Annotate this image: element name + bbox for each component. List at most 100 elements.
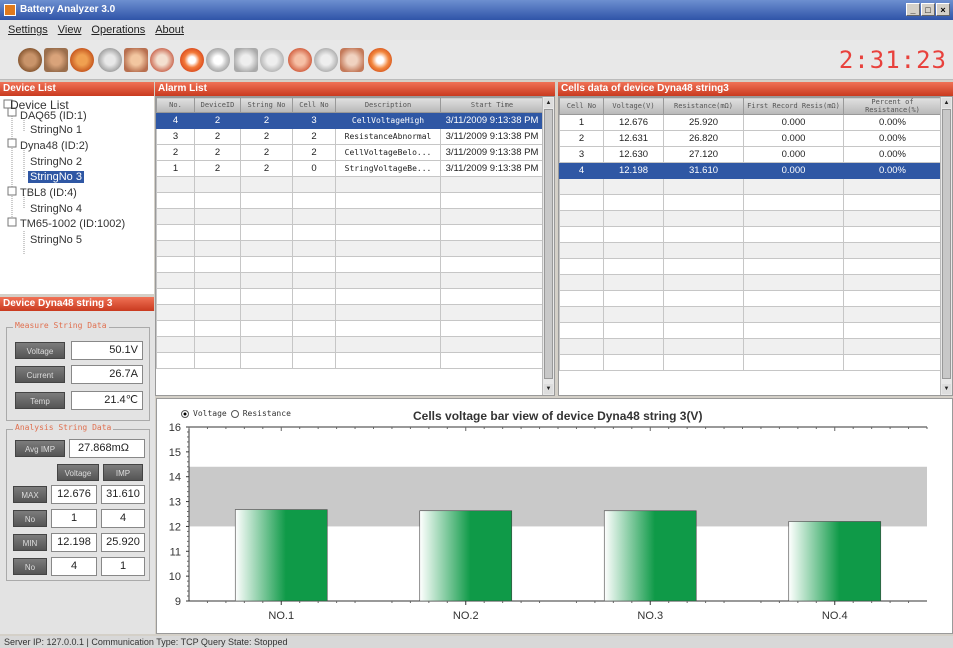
title-bar: Battery Analyzer 3.0 _ □ × (0, 0, 953, 20)
tree-item-stringno-4[interactable]: StringNo 4 (30, 203, 82, 215)
bar-no1 (234, 509, 328, 602)
tree-item-stringno-5[interactable]: StringNo 5 (30, 234, 82, 246)
menu-bar: Settings View Operations About (0, 20, 953, 40)
settings-gear-icon[interactable] (18, 48, 42, 72)
tree-item-stringno-2[interactable]: StringNo 2 (30, 156, 82, 168)
scroll-down-arrow-icon[interactable]: ▼ (544, 384, 553, 394)
cells-row[interactable]: 4 12.198 31.610 0.000 0.00% (559, 162, 942, 179)
max-imp-value: 31.610 (101, 485, 145, 504)
alarm-row[interactable]: 3 2 2 2 ResistanceAbnormal 3/11/2009 9:13:38 … (156, 128, 544, 145)
alarm-table: No. DeviceID String No Cell No Descripti… (156, 97, 544, 369)
min-imp-value: 25.920 (101, 533, 145, 552)
measure-legend: Measure String Data (13, 321, 109, 330)
window-title: Battery Analyzer 3.0 (20, 4, 116, 15)
resistance-radio[interactable] (230, 409, 239, 418)
y-tick-label: 9 (175, 596, 181, 608)
max-imp-no: 4 (101, 509, 145, 528)
resistance-radio-label[interactable]: Resistance (243, 409, 291, 418)
cells-scroll-thumb[interactable] (942, 109, 951, 379)
min-voltage-no: 4 (51, 557, 97, 576)
scroll-up-arrow-icon[interactable]: ▲ (942, 98, 951, 108)
toolbar: 2:31:23 (0, 40, 953, 80)
cells-table-panel: Cell No Voltage(V) Resistance(mΩ) First … (558, 96, 953, 396)
lock-icon[interactable] (340, 48, 364, 72)
tree-item-stringno-3[interactable]: StringNo 3 (28, 171, 84, 183)
minimize-button[interactable]: _ (906, 3, 920, 16)
current-value: 26.7A (71, 365, 143, 384)
chart-panel: Voltage Resistance Cells voltage bar vie… (156, 398, 953, 634)
tree-item-stringno-1[interactable]: StringNo 1 (30, 124, 82, 136)
voltage-radio[interactable] (181, 409, 189, 418)
cells-row[interactable]: 3 12.630 27.120 0.000 0.00% (559, 146, 942, 163)
clock-display: 2:31:23 (838, 46, 947, 74)
temp-value: 21.4℃ (71, 391, 143, 410)
cells-col-percent[interactable]: Percent of Resistance(%) (843, 97, 942, 115)
bar-no2 (419, 510, 513, 602)
alarm-row[interactable]: 2 2 2 2 CellVoltageBelo... 3/11/2009 9:13:38 … (156, 144, 544, 161)
tree-item-tm65-1002[interactable]: TM65-1002 (ID:1002) (20, 218, 125, 230)
max-voltage-no: 1 (51, 509, 97, 528)
scroll-up-arrow-icon[interactable]: ▲ (544, 98, 553, 108)
alarm-row[interactable]: 4 2 2 3 CellVoltageHigh 3/11/2009 9:13:38 PM (156, 112, 544, 129)
max-no-label: No (13, 510, 47, 527)
cells-data-header: Cells data of device Dyna48 string3 (558, 82, 953, 96)
disk-icon[interactable] (98, 48, 122, 72)
stop-icon[interactable] (206, 48, 230, 72)
alarm-col-start-time[interactable]: Start Time (440, 97, 544, 113)
connect-gear-icon[interactable] (70, 48, 94, 72)
voltage-bar-chart: 9 10 11 12 13 14 15 16 NO.1 NO.2 NO.3 NO.4 (169, 423, 928, 622)
sync-icon[interactable] (288, 48, 312, 72)
cells-col-resistance[interactable]: Resistance(mΩ) (663, 97, 744, 115)
alarm-scrollbar[interactable]: ▲ ▼ (542, 97, 554, 395)
y-tick-label: 16 (169, 423, 181, 434)
cells-col-cell-no[interactable]: Cell No (559, 97, 604, 115)
menu-operations[interactable]: Operations (91, 24, 145, 36)
cells-col-first-record[interactable]: First Record Resis(mΩ) (743, 97, 844, 115)
alarm-col-no[interactable]: No. (156, 97, 195, 113)
imp-col-label: IMP (103, 464, 143, 481)
cells-col-voltage[interactable]: Voltage(V) (603, 97, 664, 115)
device-list-header: Device List (0, 82, 154, 96)
temp-label: Temp (15, 392, 65, 409)
alarm-col-description[interactable]: Description (335, 97, 441, 113)
status-bar: Server IP: 127.0.0.1 | Communication Typ… (0, 636, 953, 648)
alarm-col-deviceid[interactable]: DeviceID (194, 97, 241, 113)
voltage-label: Voltage (15, 342, 65, 359)
cells-row[interactable]: 1 12.676 25.920 0.000 0.00% (559, 114, 942, 131)
alarm-scroll-thumb[interactable] (544, 109, 553, 379)
tree-item-tbl8[interactable]: TBL8 (ID:4) (20, 187, 77, 199)
cells-scrollbar[interactable]: ▲ ▼ (940, 97, 952, 395)
report-icon[interactable] (234, 48, 258, 72)
x-tick-label: NO.2 (453, 610, 479, 622)
help-icon[interactable] (368, 48, 392, 72)
maximize-button[interactable]: □ (921, 3, 935, 16)
scroll-down-arrow-icon[interactable]: ▼ (942, 384, 951, 394)
list-icon[interactable] (124, 48, 148, 72)
avg-imp-value: 27.868mΩ (69, 439, 145, 458)
bar-no4 (788, 521, 882, 602)
close-button[interactable]: × (936, 3, 950, 16)
alarm-row[interactable]: 1 2 2 0 StringVoltageBe... 3/11/2009 9:13:38 … (156, 160, 544, 177)
alarm-col-cell[interactable]: Cell No (292, 97, 336, 113)
alarm-empty-rows (156, 176, 544, 369)
y-tick-label: 12 (169, 521, 181, 533)
menu-settings[interactable]: Settings (8, 24, 48, 36)
cells-row[interactable]: 2 12.631 26.820 0.000 0.00% (559, 130, 942, 147)
tools-icon[interactable] (44, 48, 68, 72)
start-icon[interactable] (180, 48, 204, 72)
tree-icon[interactable] (314, 48, 338, 72)
tree-item-daq65[interactable]: DAQ65 (ID:1) (20, 110, 87, 122)
menu-about[interactable]: About (155, 24, 184, 36)
menu-view[interactable]: View (58, 24, 82, 36)
alarm-col-string[interactable]: String No (240, 97, 293, 113)
voltage-radio-label[interactable]: Voltage (193, 409, 227, 418)
min-no-label: No (13, 558, 47, 575)
refresh-icon[interactable] (150, 48, 174, 72)
alarm-list-header: Alarm List (155, 82, 555, 96)
tree-item-dyna48[interactable]: Dyna48 (ID:2) (20, 140, 88, 152)
max-voltage-value: 12.676 (51, 485, 97, 504)
voltage-value: 50.1V (71, 341, 143, 360)
y-tick-label: 15 (169, 447, 181, 459)
chart-title: Cells voltage bar view of device Dyna48 … (413, 409, 703, 423)
link-icon[interactable] (260, 48, 284, 72)
